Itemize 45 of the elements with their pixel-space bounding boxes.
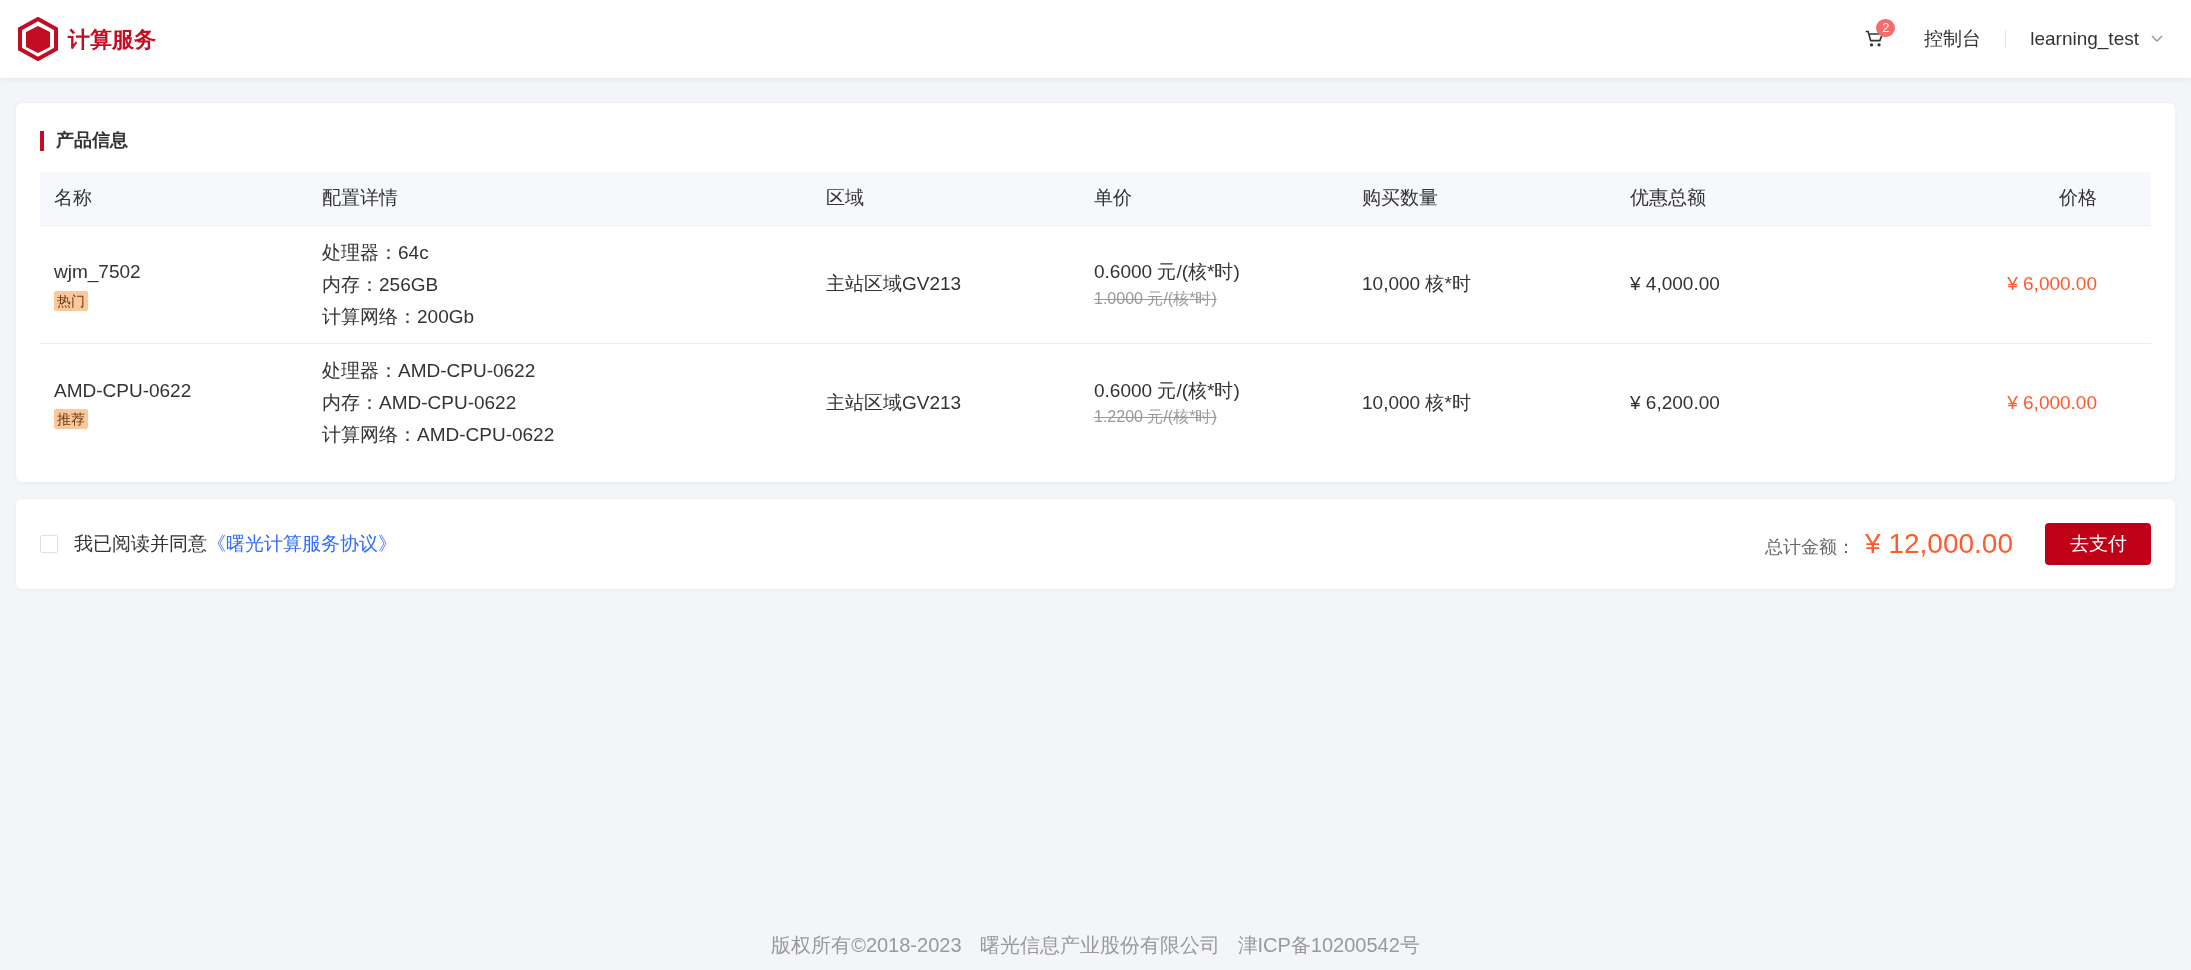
agree-checkbox[interactable] — [40, 535, 58, 553]
price-cell: ¥ 6,000.00 — [2007, 391, 2097, 413]
original-price: 1.0000 元/(核*时) — [1094, 288, 1217, 309]
column-header: 配置详情 — [322, 187, 398, 209]
discount-cell: ¥ 6,200.00 — [1630, 391, 1720, 413]
column-header: 价格 — [2059, 187, 2097, 209]
config-line: 处理器：AMD-CPU-0622 — [322, 359, 537, 383]
unit-price: 0.6000 元/(核*时) — [1094, 260, 1240, 285]
pay-button[interactable]: 去支付 — [2045, 523, 2151, 565]
price-cell: ¥ 6,000.00 — [2007, 273, 2097, 295]
column-header: 名称 — [54, 187, 92, 209]
chevron-down-icon[interactable] — [2151, 35, 2163, 43]
quantity-cell: 10,000 核*时 — [1362, 273, 1471, 295]
original-price: 1.2200 元/(核*时) — [1094, 407, 1217, 428]
agreement-link[interactable]: 《曙光计算服务协议》 — [207, 529, 397, 559]
quantity-cell: 10,000 核*时 — [1362, 391, 1471, 413]
column-header: 购买数量 — [1362, 187, 1438, 209]
section-title: 产品信息 — [56, 129, 128, 152]
column-header: 区域 — [826, 187, 864, 209]
agree-text: 我已阅读并同意 — [74, 531, 207, 556]
product-tag: 推荐 — [54, 409, 88, 430]
column-header: 单价 — [1094, 187, 1132, 209]
config-line: 内存：256GB — [322, 272, 440, 297]
unit-price: 0.6000 元/(核*时) — [1094, 378, 1240, 403]
icp-number: 津ICP备10200542号 — [1237, 933, 1420, 958]
discount-cell: ¥ 4,000.00 — [1630, 273, 1720, 295]
product-name: AMD-CPU-0622 — [54, 378, 192, 403]
cart-count-badge: 2 — [1876, 19, 1896, 37]
console-link[interactable]: 控制台 — [1924, 24, 1982, 54]
product-tag: 热门 — [54, 290, 88, 311]
cart-icon[interactable] — [1864, 29, 1885, 49]
company-name: 曙光信息产业股份有限公司 — [979, 933, 1220, 958]
user-menu[interactable]: learning_test — [2030, 24, 2139, 54]
copyright-text: 版权所有©2018-2023 — [771, 933, 962, 958]
region-cell: 主站区域GV213 — [826, 273, 962, 295]
brand-name: 计算服务 — [68, 25, 156, 54]
config-line: 计算网络：200Gb — [322, 304, 476, 329]
total-amount: ¥ 12,000.00 — [1865, 527, 2013, 561]
product-name: wjm_7502 — [54, 260, 141, 285]
total-label: 总计金额： — [1765, 535, 1856, 559]
column-header: 优惠总额 — [1630, 187, 1706, 209]
config-line: 内存：AMD-CPU-0622 — [322, 391, 518, 415]
config-line: 处理器：64c — [322, 240, 430, 265]
region-cell: 主站区域GV213 — [826, 391, 962, 413]
config-line: 计算网络：AMD-CPU-0622 — [322, 423, 556, 447]
